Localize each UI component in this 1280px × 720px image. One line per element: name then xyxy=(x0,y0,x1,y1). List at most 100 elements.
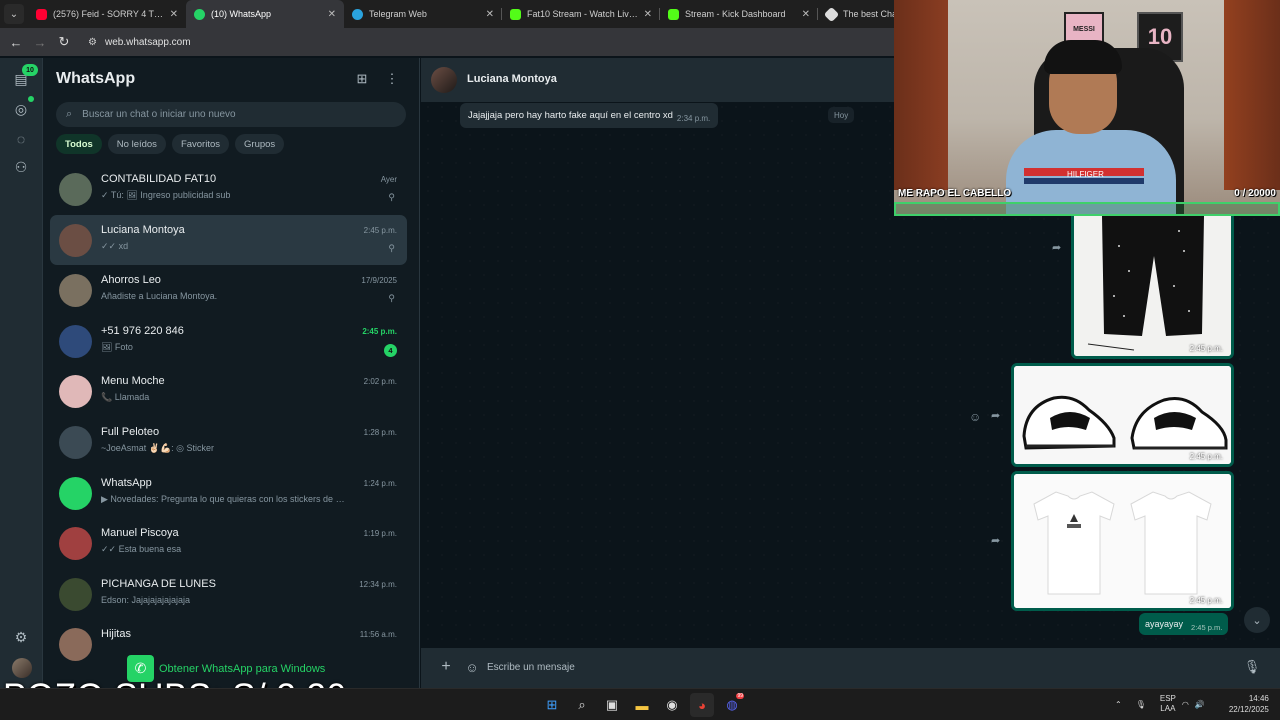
tab-whatsapp[interactable]: (10) WhatsApp ✕ xyxy=(186,0,344,28)
image-message-sneakers[interactable]: 2:45 p.m. xyxy=(1011,363,1234,467)
emoji-sticker-icon[interactable]: ☺ xyxy=(463,658,481,676)
chat-time: 1:19 p.m. xyxy=(363,529,397,539)
image-message-pants[interactable]: 2:45 p.m. xyxy=(1071,216,1234,359)
chat-avatar xyxy=(59,476,92,510)
image-message-tshirts[interactable]: 2:45 p.m. xyxy=(1011,471,1234,611)
channels-icon[interactable]: ◌ xyxy=(10,128,32,150)
close-tab-icon[interactable]: ✕ xyxy=(328,9,336,20)
tab-search-button[interactable]: ⌄ xyxy=(4,4,24,24)
filter-favorites[interactable]: Favoritos xyxy=(171,134,230,154)
file-explorer-icon[interactable]: ▬ xyxy=(630,693,654,717)
wooden-door xyxy=(1224,0,1280,190)
chat-preview: 🖼 Foto xyxy=(101,341,133,352)
back-icon[interactable]: ← xyxy=(4,30,28,54)
message-text: Jajajjaja pero hay harto fake aquí en el… xyxy=(468,110,673,121)
close-tab-icon[interactable]: ✕ xyxy=(802,9,810,20)
windows-start-icon[interactable]: ⊞ xyxy=(540,693,564,717)
close-tab-icon[interactable]: ✕ xyxy=(170,9,178,20)
forward-icon[interactable]: → xyxy=(28,30,52,54)
kick-icon xyxy=(510,8,521,20)
filter-all[interactable]: Todos xyxy=(56,134,102,154)
outgoing-message[interactable]: ayayayay 2:45 p.m. xyxy=(1139,613,1229,635)
language-indicator[interactable]: ESP LAA xyxy=(1160,694,1176,714)
screen: { "browser": { "tabs": [ {"title": "(257… xyxy=(0,0,1280,720)
chat-list-item[interactable]: WhatsApp ▶ Novedades: Pregunta lo que qui… xyxy=(50,468,407,519)
telegram-icon xyxy=(352,8,363,20)
forward-icon[interactable]: ➦ xyxy=(991,534,1000,547)
tshirts-image xyxy=(1014,474,1231,608)
chat-preview: ✓✓ xd xyxy=(101,240,129,251)
task-view-icon[interactable]: ▣ xyxy=(600,693,624,717)
chrome-icon[interactable]: ◕ xyxy=(690,693,714,717)
forward-icon[interactable]: ➦ xyxy=(991,409,1000,422)
menu-icon[interactable]: ⋮ xyxy=(383,70,401,88)
navigation-rail: ▤ 10 ◎ ◌ ⚇ ⚙ xyxy=(0,58,43,688)
profile-avatar[interactable] xyxy=(12,658,32,678)
discord-icon[interactable]: ◍ 99 xyxy=(720,693,744,717)
chat-sidebar: WhatsApp ⊞ ⋮ ⌕ Todos No leídos Favoritos… xyxy=(43,58,420,688)
image-time: 2:45 p.m. xyxy=(1189,596,1223,605)
whatsapp-icon xyxy=(194,8,205,20)
clock[interactable]: 14:46 22/12/2025 xyxy=(1229,693,1269,715)
site-info-icon[interactable]: ⚙ xyxy=(88,37,97,48)
chat-name: Ahorros Leo xyxy=(101,274,161,287)
message-time: 2:34 p.m. xyxy=(676,114,711,123)
sneakers-image xyxy=(1014,366,1231,464)
chat-list: CONTABILIDAD FAT10 ✓ Tú: 🖼 Ingreso public… xyxy=(50,164,407,688)
chat-list-item[interactable]: Ahorros Leo Añadiste a Luciana Montoya. 17… xyxy=(50,265,407,316)
search-icon: ⌕ xyxy=(66,108,73,120)
tab-kick-stream[interactable]: Fat10 Stream - Watch Live on Kick✕ xyxy=(502,0,660,28)
chat-avatar xyxy=(59,274,92,308)
sub-goal-label: ME RAPO EL CABELLO xyxy=(898,188,1012,199)
wifi-icon[interactable]: ◠ xyxy=(1182,700,1189,709)
chat-avatar xyxy=(59,324,92,358)
app-title: WhatsApp xyxy=(56,70,136,87)
forward-icon[interactable]: ➦ xyxy=(1052,241,1061,254)
chat-list-item[interactable]: PICHANGA DE LUNES Edson: Jajajajajajajaja… xyxy=(50,569,407,620)
tab-telegram[interactable]: Telegram Web ✕ xyxy=(344,0,502,28)
chat-name: Luciana Montoya xyxy=(101,223,185,236)
reload-icon[interactable]: ↻ xyxy=(52,30,76,54)
search-box: ⌕ xyxy=(56,102,406,127)
chat-name: +51 976 220 846 xyxy=(101,324,184,337)
pants-image xyxy=(1074,216,1231,356)
chat-list-item[interactable]: Full Peloteo ~JoeAsmat ✌🏻💪🏻: ◎ Sticker 1:2… xyxy=(50,417,407,468)
chat-avatar xyxy=(59,577,92,611)
image-time: 2:45 p.m. xyxy=(1189,452,1223,461)
pin-icon: ⚲ xyxy=(388,242,395,253)
close-tab-icon[interactable]: ✕ xyxy=(486,9,494,20)
volume-icon[interactable]: 🔊 xyxy=(1195,700,1205,709)
incoming-message[interactable]: Jajajjaja pero hay harto fake aquí en el… xyxy=(460,103,719,128)
obs-icon[interactable]: ◉ xyxy=(660,693,684,717)
microphone-icon[interactable]: 🎙 xyxy=(1243,658,1261,676)
chat-list-item[interactable]: CONTABILIDAD FAT10 ✓ Tú: 🖼 Ingreso public… xyxy=(50,164,407,215)
tab-kick-dashboard[interactable]: Stream - Kick Dashboard ✕ xyxy=(660,0,818,28)
attach-icon[interactable]: + xyxy=(437,658,455,676)
address-bar[interactable]: ⚙ web.whatsapp.com xyxy=(80,31,880,53)
search-input[interactable] xyxy=(82,109,373,120)
microphone-icon[interactable]: 🎙 xyxy=(1136,700,1146,709)
tab-youtube[interactable]: (2576) Feid - SORRY 4 THAT MUCH✕ xyxy=(28,0,186,28)
status-dot xyxy=(28,96,34,102)
chat-name: CONTABILIDAD FAT10 xyxy=(101,173,217,185)
message-input[interactable] xyxy=(487,655,1227,679)
react-emoji-icon[interactable]: ☺ xyxy=(969,410,981,424)
new-chat-icon[interactable]: ⊞ xyxy=(353,70,371,88)
discord-badge: 99 xyxy=(736,693,744,699)
scroll-down-button[interactable]: ⌄ xyxy=(1244,607,1270,633)
chat-time: 12:34 p.m. xyxy=(359,579,397,589)
filter-unread[interactable]: No leídos xyxy=(107,134,166,154)
chat-list-item[interactable]: +51 976 220 846 🖼 Foto 2:45 p.m. 4 xyxy=(50,316,407,367)
chat-list-item[interactable]: Manuel Piscoya ✓✓ Esta buena esa 1:19 p.m. xyxy=(50,518,407,569)
filter-groups[interactable]: Grupos xyxy=(235,134,285,154)
chat-list-item[interactable]: Menu Moche 📞 Llamada 2:02 p.m. xyxy=(50,366,407,417)
chevron-up-icon[interactable]: ⌃ xyxy=(1115,700,1122,709)
close-tab-icon[interactable]: ✕ xyxy=(644,9,652,20)
pin-icon: ⚲ xyxy=(388,192,395,202)
search-icon[interactable]: ⌕ xyxy=(570,693,594,717)
chat-list-item[interactable]: Luciana Montoya ✓✓ xd 2:45 p.m. ⚲ xyxy=(50,214,407,266)
communities-icon[interactable]: ⚇ xyxy=(10,156,32,178)
contact-avatar[interactable] xyxy=(431,67,457,93)
chat-avatar xyxy=(59,527,92,561)
settings-icon[interactable]: ⚙ xyxy=(10,626,32,648)
